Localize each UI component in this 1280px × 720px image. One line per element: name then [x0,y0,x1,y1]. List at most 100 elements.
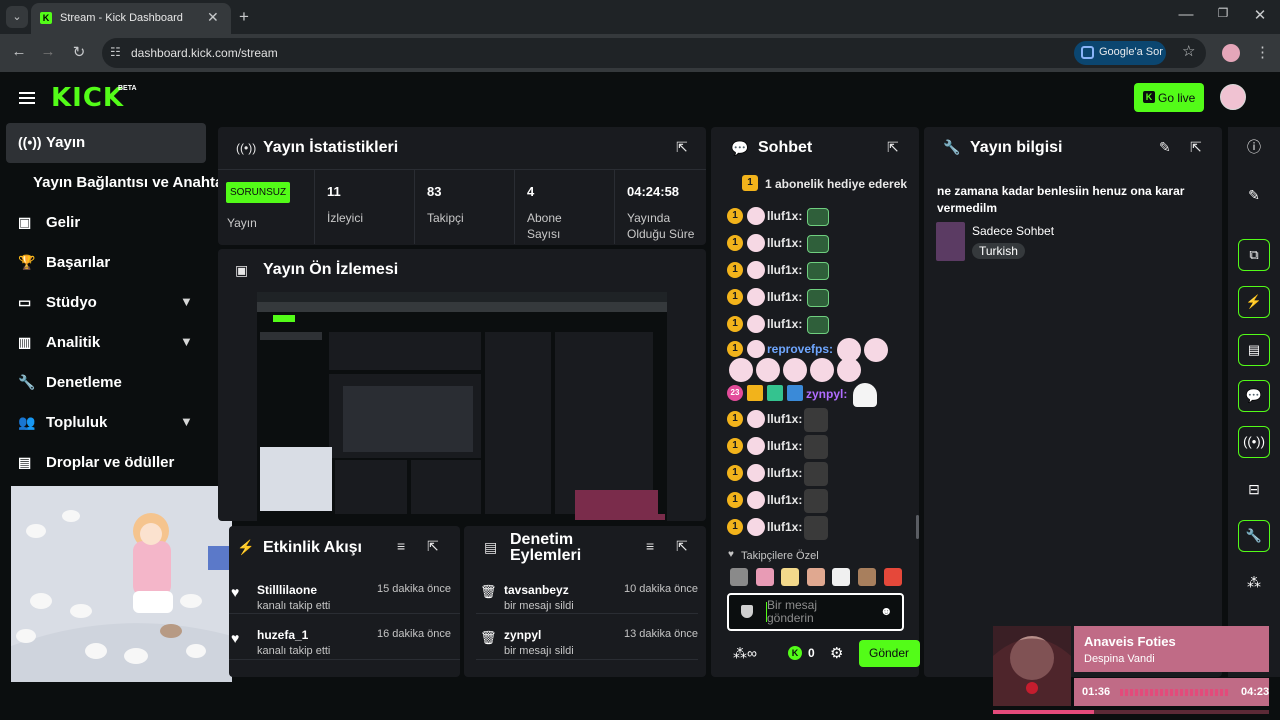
sidebar-item-denetleme[interactable]: 🔧 Denetleme [6,363,206,403]
bunny-emote-icon [756,358,780,382]
user-avatar[interactable] [1220,84,1246,110]
tab-search-button[interactable]: ⌄ [6,6,28,28]
chat-username[interactable]: lluf1x: [767,263,802,277]
emote-fox-icon[interactable] [858,568,876,586]
forward-icon[interactable]: → [39,43,57,60]
sidebar-item-gelir[interactable]: ▣ Gelir [6,203,206,243]
sidebar-item-stream-key[interactable]: Yayın Bağlantısı ve Anahtarı [6,163,233,203]
uptime-label: Yayında Olduğu Süre [627,211,695,241]
chat-username[interactable]: zynpyl: [806,387,847,401]
popout-icon[interactable]: ⇱ [676,139,688,156]
kicks-icon[interactable]: K [788,646,802,660]
chat-message: 1 lluf1x: [727,516,907,540]
subs-value: 4 [527,184,535,199]
emote-cat-icon[interactable] [730,568,748,586]
chat-username[interactable]: lluf1x: [767,439,802,453]
rabbit-badge-icon [747,464,765,482]
close-window-button[interactable]: ✕ [1250,6,1270,24]
back-icon[interactable]: ← [10,43,28,60]
moderation-time: 10 dakika önce [624,583,698,595]
drops-infinity-icon[interactable]: ⁂∞ [733,645,757,662]
chat-username[interactable]: lluf1x: [767,520,802,534]
tab-close-icon[interactable]: ✕ [207,9,219,26]
chat-username[interactable]: lluf1x: [767,412,802,426]
edit-pencil-icon[interactable]: ✎ [1238,179,1270,211]
activity-user[interactable]: Stilllilaone [257,583,317,597]
browser-menu-icon[interactable]: ⋮ [1255,43,1270,61]
viewers-value: 11 [327,184,341,199]
popout-icon[interactable]: ⇱ [676,538,688,555]
viewers-label: İzleyici [327,211,364,225]
shield-icon[interactable] [741,605,753,618]
status-badge: SORUNSUZ [226,182,291,203]
sidebar-item-droplar[interactable]: ▤ Droplar ve ödüller [6,443,206,483]
reload-icon[interactable]: ↻ [70,43,88,61]
info-icon[interactable]: ⓘ [1238,131,1270,163]
stream-preview-video[interactable] [257,292,667,521]
emote-white-icon[interactable] [832,568,850,586]
drops-icon[interactable]: ⁂ [1238,566,1270,598]
sidebar-item-topluluk[interactable]: 👥 Topluluk ▼ [6,403,206,443]
category-thumbnail[interactable] [936,222,965,261]
wrench-icon[interactable]: 🔧 [1238,520,1270,552]
send-button[interactable]: Gönder [859,640,920,667]
chevron-down-icon: ▼ [180,334,193,349]
chat-username[interactable]: lluf1x: [767,209,802,223]
frog-emote-icon [807,289,829,307]
sidebar-item-yayin[interactable]: ((•)) Yayın [6,123,206,163]
filter-icon[interactable]: ≡ [397,538,405,554]
emote-girl-icon[interactable] [756,568,774,586]
chevron-down-icon: ▼ [180,414,193,429]
rabbit-badge-icon [747,491,765,509]
minimize-button[interactable]: — [1176,6,1196,23]
hamburger-menu-icon[interactable] [19,92,35,104]
gear-icon[interactable]: ⚙ [830,644,843,662]
emoji-icon[interactable]: ☻ [880,604,893,618]
sidebar-item-studyo[interactable]: ▭ Stüdyo ▼ [6,283,206,323]
community-icon: 👥 [18,414,36,430]
emote-blonde-icon[interactable] [781,568,799,586]
popout-icon[interactable]: ⇱ [1190,139,1202,156]
category-name[interactable]: Sadece Sohbet [972,224,1054,238]
chat-username[interactable]: lluf1x: [767,236,802,250]
moderation-user[interactable]: zynpyl [504,628,541,642]
moderation-user[interactable]: tavsanbeyz [504,583,569,597]
chat-username[interactable]: lluf1x: [767,290,802,304]
chat-scrollbar[interactable] [916,515,919,539]
activity-user[interactable]: huzefa_1 [257,628,308,642]
bookmark-star-icon[interactable]: ☆ [1182,42,1195,60]
popout-icon[interactable]: ⇱ [887,139,899,156]
screen-capture-icon[interactable]: ⧉ [1238,239,1270,271]
popout-icon[interactable]: ⇱ [427,538,439,555]
chat-username[interactable]: lluf1x: [767,317,802,331]
emote-redhead-icon[interactable] [807,568,825,586]
chat-username[interactable]: reprovefps: [767,342,833,356]
followers-only-text: Takipçilere Özel [741,550,819,562]
sidebar-item-basarilar[interactable]: 🏆 Başarılar [6,243,206,283]
google-ask-button[interactable]: Google'a Sor [1074,41,1166,65]
edit-pencil-icon[interactable]: ✎ [1159,139,1171,156]
language-tag[interactable]: Turkish [972,243,1025,259]
broadcast-icon[interactable]: ((•)) [1238,426,1270,458]
filter-icon[interactable]: ≡ [646,538,654,554]
chat-username[interactable]: lluf1x: [767,493,802,507]
sidebar-item-label: Stüdyo [46,294,97,311]
document-icon[interactable]: ▤ [1238,334,1270,366]
profile-avatar-browser[interactable] [1222,44,1240,62]
chat-input[interactable]: Bir mesaj gönderin ☻ [727,593,904,631]
new-tab-button[interactable]: + [234,7,254,27]
frog-emote-icon [807,235,829,253]
chat-bubble-icon[interactable]: 💬 [1238,380,1270,412]
chat-username[interactable]: lluf1x: [767,466,802,480]
emote-angry-icon[interactable] [884,568,902,586]
kick-logo[interactable]: KICK [51,83,124,113]
rabbit-badge-icon [747,234,765,252]
layout-icon[interactable]: ⊟ [1238,473,1270,505]
lightning-icon[interactable]: ⚡ [1238,286,1270,318]
browser-tab[interactable]: K Stream - Kick Dashboard ✕ [31,3,231,34]
site-info-icon[interactable]: ☷ [110,45,121,59]
url-field[interactable]: ☷ dashboard.kick.com/stream Google'a Sor… [102,38,1206,68]
maximize-button[interactable]: ❐ [1213,6,1233,20]
go-live-button[interactable]: K Go live [1134,83,1204,112]
sidebar-item-analitik[interactable]: ▥ Analitik ▼ [6,323,206,363]
